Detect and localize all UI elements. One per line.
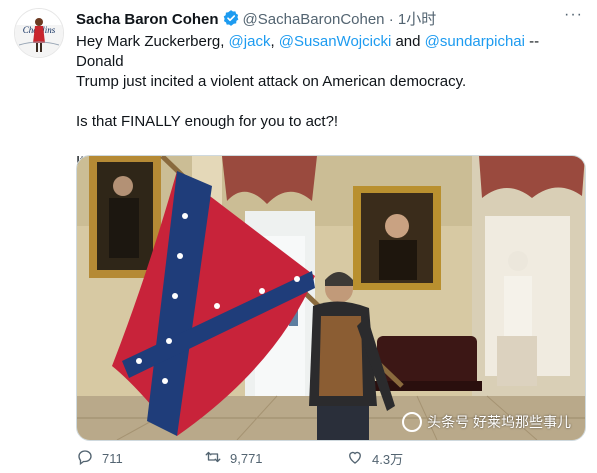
watermark: 头条号 好莱坞那些事儿 xyxy=(402,412,571,432)
reply-button[interactable]: 711 xyxy=(76,448,123,469)
mention-susanwojcicki[interactable]: @SusanWojcicki xyxy=(279,33,392,50)
watermark-logo-icon xyxy=(402,412,423,432)
reply-icon xyxy=(76,448,102,469)
retweet-count: 9,771 xyxy=(230,451,263,466)
tweet-actions: 711 9,771 4.3万 xyxy=(76,446,586,470)
tweet-header: Sacha Baron Cohen @SachaBaronCohen · 1小时 xyxy=(76,9,436,33)
tweet-text: Hey Mark Zuckerberg, @jack, @SusanWojcic… xyxy=(76,32,581,172)
author-avatar[interactable]: Chaplins xyxy=(14,8,64,58)
tweet-line-1: Hey Mark Zuckerberg, @jack, @SusanWojcic… xyxy=(76,33,540,70)
tweet-photo[interactable]: 头条号 好莱坞那些事儿 xyxy=(76,155,586,441)
mention-sundarpichai[interactable]: @sundarpichai xyxy=(425,33,525,50)
mention-jack[interactable]: @jack xyxy=(229,33,271,50)
like-count: 4.3万 xyxy=(372,452,404,467)
verified-badge-icon xyxy=(222,9,240,33)
tweet-line-3: Is that FINALLY enough for you to act?! xyxy=(76,113,339,130)
tweet-line-2: Trump just incited a violent attack on A… xyxy=(76,73,467,90)
heart-icon xyxy=(346,448,372,469)
author-name[interactable]: Sacha Baron Cohen xyxy=(76,11,219,28)
retweet-icon xyxy=(204,448,230,469)
like-button[interactable]: 4.3万 xyxy=(346,448,403,469)
reply-count: 711 xyxy=(102,451,123,466)
tweet-timestamp[interactable]: 1小时 xyxy=(398,11,436,28)
tweet-card[interactable]: Chaplins Sacha Baron Cohen @SachaBaronCoh… xyxy=(0,0,597,473)
retweet-button[interactable]: 9,771 xyxy=(204,448,263,469)
more-options-icon[interactable]: ··· xyxy=(564,6,583,24)
author-handle[interactable]: @SachaBaronCohen xyxy=(243,11,385,28)
separator-dot: · xyxy=(388,11,394,28)
